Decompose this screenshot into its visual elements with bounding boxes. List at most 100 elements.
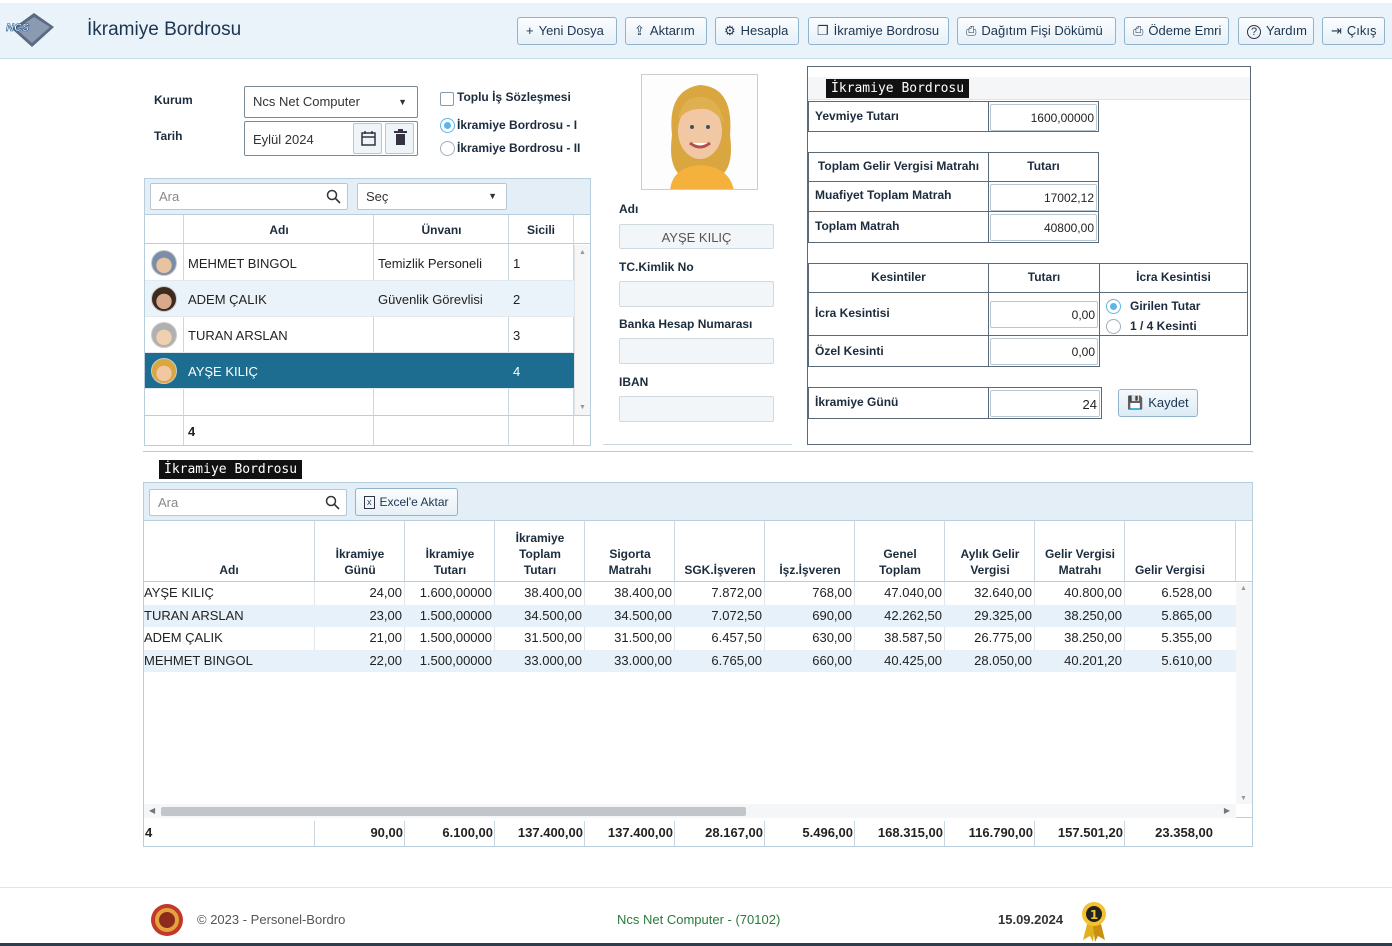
results-col-header[interactable]: İkramiye Tutarı <box>405 522 495 578</box>
hscroll-thumb[interactable] <box>161 807 746 816</box>
icra-input[interactable]: 0,00 <box>990 301 1098 328</box>
scroll-down-icon[interactable]: ▼ <box>1240 795 1247 802</box>
col-header-adi[interactable]: Adı <box>184 223 374 237</box>
results-col-header[interactable]: İkramiye Toplam Tutarı <box>495 522 585 578</box>
radio-girilen-tutar[interactable] <box>1106 299 1121 314</box>
results-col-header-line: Matrahı <box>608 563 652 577</box>
results-col-header-line: Gelir Vergisi <box>1044 547 1116 561</box>
results-col-header[interactable]: İkramiye Günü <box>315 522 405 578</box>
scroll-up-icon[interactable]: ▲ <box>1240 585 1247 592</box>
detail-iban-label: IBAN <box>619 375 649 389</box>
results-col-header[interactable]: SGK.İşveren <box>675 522 765 578</box>
col-header-unvani[interactable]: Ünvanı <box>374 223 509 237</box>
employee-photo <box>641 74 758 190</box>
toolbar-button-5[interactable]: ⎙ Dağıtım Fişi Dökümü <box>957 17 1116 45</box>
save-button[interactable]: 💾 Kaydet <box>1118 389 1198 417</box>
results-cell: 40.425,00 <box>884 652 942 668</box>
scroll-up-icon[interactable]: ▲ <box>579 249 586 256</box>
detail-iban-input[interactable] <box>619 396 774 422</box>
cell-name: MEHMET BINGOL <box>188 256 297 271</box>
gun-input[interactable]: 24 <box>990 390 1100 417</box>
results-col-header[interactable]: Sigorta Matrahı <box>585 522 675 578</box>
ozel-input[interactable]: 0,00 <box>990 338 1098 365</box>
calendar-button[interactable] <box>353 123 382 154</box>
icra-label-cell: İcra Kesintisi <box>808 292 989 336</box>
avatar <box>151 322 177 348</box>
results-col-header[interactable]: Genel Toplam <box>855 522 945 578</box>
yevmiye-label-cell: Yevmiye Tutarı <box>808 101 989 132</box>
chevron-down-icon: ▼ <box>488 191 497 201</box>
company-text: Ncs Net Computer - (70102) <box>617 912 781 927</box>
toplam-label-cell: Toplam Matrah <box>808 211 989 243</box>
toolbar-button-1[interactable]: + Yeni Dosya <box>517 17 617 45</box>
staff-filter-value: Seç <box>366 189 389 204</box>
icra-header: İcra Kesintisi <box>1136 270 1211 284</box>
results-row[interactable]: TURAN ARSLAN 23,00 1.500,00000 34.500,00 34.… <box>144 604 1236 627</box>
cell-id: 2 <box>513 292 521 307</box>
award-badge-icon <box>151 904 183 936</box>
results-cell: 5.355,00 <box>1161 630 1212 645</box>
kurum-select[interactable]: Ncs Net Computer ▼ <box>244 86 418 118</box>
avatar <box>151 250 177 276</box>
toolbar-button-label: Yeni Dosya <box>538 23 604 38</box>
toolbar-button-4[interactable]: ❐ İkramiye Bordrosu <box>808 17 949 45</box>
results-row[interactable]: ADEM ÇALIK 21,00 1.500,00000 31.500,00 31.50… <box>144 627 1236 649</box>
toolbar-button-8[interactable]: ⇥ Çıkış <box>1322 17 1385 45</box>
scroll-down-icon[interactable]: ▼ <box>579 404 586 411</box>
table-row[interactable]: AYŞE KILIÇ 4 <box>145 353 574 389</box>
radio-bordro-2[interactable] <box>440 141 455 156</box>
results-search-input[interactable]: Ara <box>149 489 347 516</box>
detail-tc-input[interactable] <box>619 281 774 307</box>
detail-name-label: Adı <box>619 202 639 216</box>
toolbar-button-6[interactable]: ⎙ Ödeme Emri <box>1124 17 1229 45</box>
logout-icon: ⇥ <box>1331 23 1342 38</box>
print-icon: ⎙ <box>1133 23 1144 38</box>
scroll-left-icon[interactable]: ◀ <box>149 806 155 815</box>
excel-export-button[interactable]: x Excel'e Aktar <box>355 488 458 516</box>
table-row[interactable]: ADEM ÇALIK Güvenlik Görevlisi 2 <box>145 281 574 317</box>
toolbar-button-3[interactable]: ⚙ Hesapla <box>715 17 799 45</box>
kesinti-tutar-header: Tutarı <box>1027 270 1061 284</box>
results-col-header[interactable]: Adı <box>143 522 315 578</box>
yevmiye-input[interactable]: 1600,00000 <box>990 104 1097 131</box>
detail-bank-label: Banka Hesap Numarası <box>619 317 753 331</box>
results-col-header[interactable]: Gelir Vergisi Matrahı <box>1035 522 1125 578</box>
results-col-header[interactable]: İşz.İşveren <box>765 522 855 578</box>
scroll-right-icon[interactable]: ▶ <box>1224 806 1230 815</box>
results-cell: 690,00 <box>812 607 852 623</box>
results-hscroll[interactable]: ◀ ▶ <box>144 804 1236 818</box>
results-total-cell: 116.790,00 <box>968 825 1033 840</box>
staff-search-input[interactable]: Ara <box>150 183 348 210</box>
svg-text:1: 1 <box>1090 908 1098 922</box>
results-vscroll[interactable]: ▲ ▼ <box>1236 583 1252 804</box>
tarih-value: Eylül 2024 <box>253 132 314 147</box>
toplu-checkbox[interactable] <box>440 92 454 106</box>
search-icon <box>325 495 340 510</box>
detail-bank-input[interactable] <box>619 338 774 364</box>
table-row[interactable]: TURAN ARSLAN 3 <box>145 317 574 353</box>
results-col-header[interactable]: Aylık Gelir Vergisi <box>945 522 1035 578</box>
results-cell: 7.072,50 <box>711 607 762 623</box>
radio-bordro-1[interactable] <box>440 118 455 133</box>
toolbar-button-7[interactable]: ? Yardım <box>1238 17 1314 45</box>
cell-name: ADEM ÇALIK <box>188 292 267 307</box>
results-total-cell: 5.496,00 <box>802 825 853 840</box>
toplam-input[interactable]: 40800,00 <box>990 214 1097 241</box>
detail-name-input[interactable]: AYŞE KILIÇ <box>619 224 774 249</box>
results-cell: 5.865,00 <box>1161 607 1212 623</box>
cell-name: TURAN ARSLAN <box>188 328 288 343</box>
results-cell: 28.050,00 <box>974 652 1032 668</box>
results-col-header[interactable]: Gelir Vergisi <box>1125 522 1215 578</box>
table-row[interactable]: MEHMET BINGOL Temizlik Personeli 1 <box>145 245 574 281</box>
results-cell: 6.457,50 <box>711 630 762 645</box>
muafiyet-input[interactable]: 17002,12 <box>990 184 1097 211</box>
col-header-sicili[interactable]: Sicili <box>509 223 573 237</box>
results-row[interactable]: AYŞE KILIÇ 24,00 1.600,00000 38.400,00 38.40… <box>144 582 1236 604</box>
svg-text:NCS: NCS <box>6 22 30 34</box>
staff-filter-select[interactable]: Seç ▼ <box>357 183 507 210</box>
results-row[interactable]: MEHMET BINGOL 22,00 1.500,00000 33.000,00 33… <box>144 649 1236 672</box>
delete-button[interactable] <box>385 123 414 154</box>
toolbar-button-2[interactable]: ⇪ Aktarım <box>625 17 707 45</box>
staff-scrollbar[interactable]: ▲ ▼ <box>574 245 590 415</box>
radio-quarter-kesinti[interactable] <box>1106 319 1121 334</box>
